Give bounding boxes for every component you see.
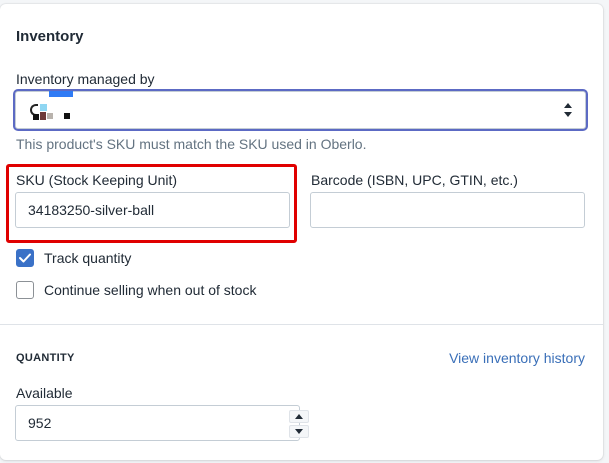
quantity-stepper[interactable] [289,410,309,438]
managed-by-label: Inventory managed by [16,71,155,87]
caret-down-icon [295,429,303,434]
decrement-button[interactable] [289,425,309,438]
increment-button[interactable] [289,410,309,423]
checkmark-icon [19,253,31,263]
continue-selling-row[interactable]: Continue selling when out of stock [16,280,256,300]
inventory-section: Inventory Inventory managed by This prod… [0,4,603,324]
available-label: Available [16,385,73,401]
barcode-input[interactable] [310,192,585,228]
sku-highlight-box [6,164,297,243]
track-quantity-row[interactable]: Track quantity [16,248,131,268]
sku-help-text: This product's SKU must match the SKU us… [16,136,367,152]
caret-up-icon [295,414,303,419]
continue-selling-label: Continue selling when out of stock [44,282,257,298]
inventory-card: Inventory Inventory managed by This prod… [0,4,603,460]
available-input[interactable] [15,405,300,441]
available-field [15,405,309,441]
quantity-heading: QUANTITY [16,352,75,364]
select-arrows-icon [564,103,572,117]
view-inventory-history-link[interactable]: View inventory history [449,350,585,366]
inventory-managed-by-select[interactable] [15,91,586,129]
track-quantity-checkbox[interactable] [16,249,34,267]
quantity-section: QUANTITY View inventory history Availabl… [0,325,603,460]
section-title: Inventory [16,28,84,45]
continue-selling-checkbox[interactable] [16,281,34,299]
barcode-label: Barcode (ISBN, UPC, GTIN, etc.) [311,172,518,188]
track-quantity-label: Track quantity [44,250,132,266]
